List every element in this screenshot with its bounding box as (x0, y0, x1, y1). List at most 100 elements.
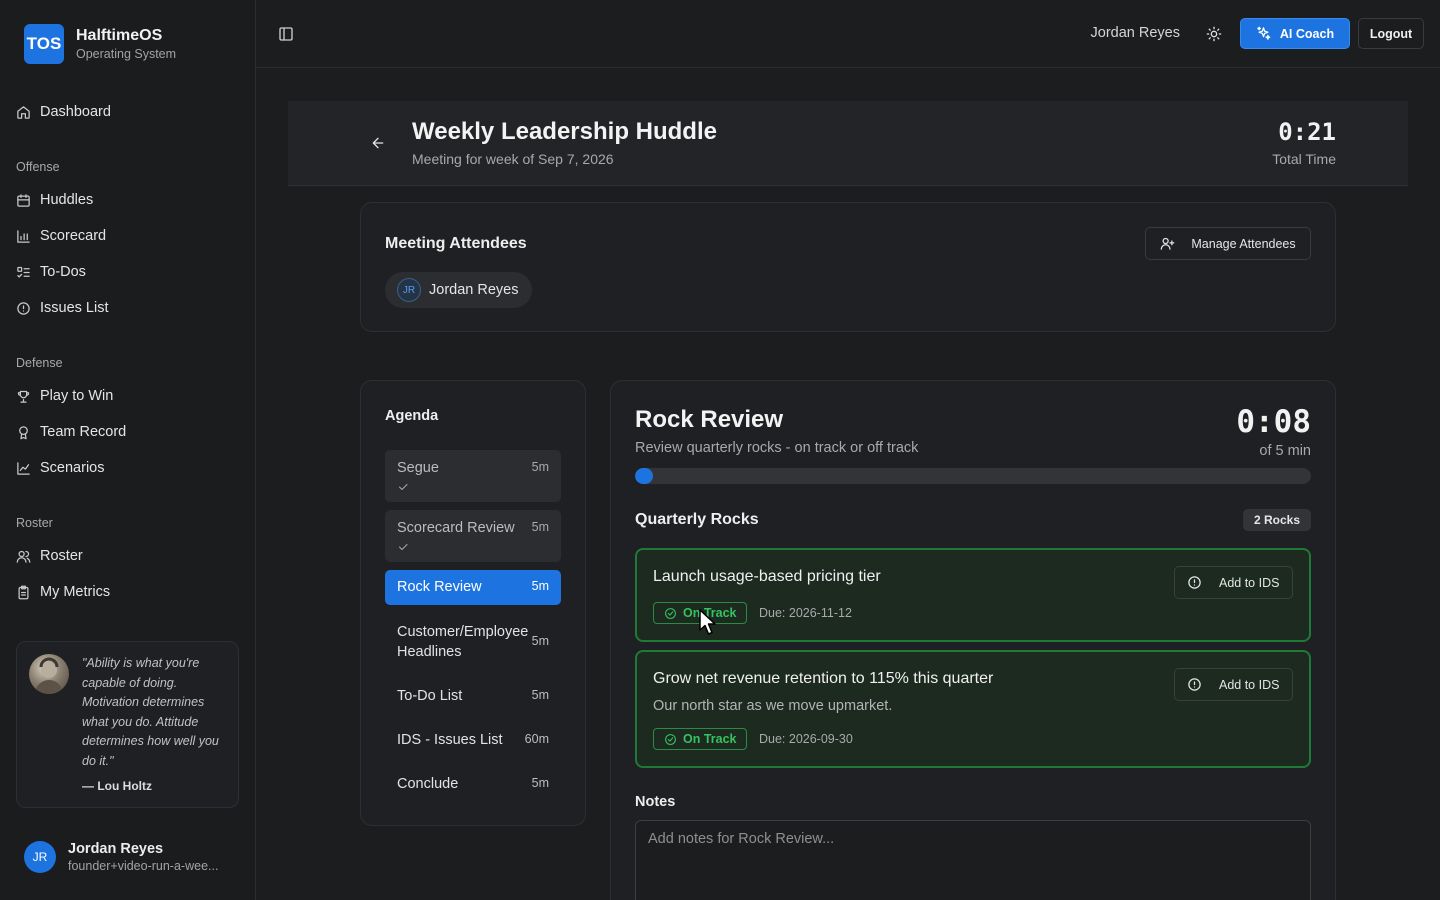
sparkles-icon (1257, 26, 1271, 40)
calendar-icon (17, 193, 30, 207)
sidebar-item-label: Dashboard (40, 104, 111, 120)
theme-toggle-button[interactable] (1206, 26, 1222, 42)
agenda-item-label: Rock Review (397, 579, 482, 595)
nav-section-roster: Roster (16, 516, 53, 530)
sidebar-item-play-to-win[interactable]: Play to Win (16, 384, 113, 408)
home-icon (17, 105, 30, 119)
user-email: founder+video-run-a-wee... (68, 859, 219, 873)
sidebar-item-todos[interactable]: To-Dos (16, 260, 86, 284)
section-progress-bar (635, 468, 1311, 484)
rock-due-date: Due: 2026-09-30 (759, 732, 853, 746)
rock-title: Grow net revenue retention to 115% this … (653, 670, 994, 687)
agenda-item-scorecard-review[interactable]: Scorecard Review 5m (385, 510, 561, 562)
agenda-item-ids-issues-list[interactable]: IDS - Issues List 60m (385, 730, 561, 750)
sidebar-item-label: Roster (40, 548, 83, 564)
agenda-item-conclude[interactable]: Conclude 5m (385, 774, 561, 794)
alert-circle-icon (17, 301, 30, 315)
brand-name: HalftimeOS (76, 27, 163, 44)
agenda-item-label: IDS - Issues List (397, 732, 503, 748)
sidebar-item-scorecard[interactable]: Scorecard (16, 224, 106, 248)
quote-author-photo (29, 654, 69, 694)
add-to-ids-button[interactable]: Add to IDS (1174, 668, 1293, 701)
sidebar-toggle-button[interactable] (278, 26, 294, 42)
topbar: Jordan Reyes AI Coach Logout (256, 0, 1440, 68)
rock-title: Launch usage-based pricing tier (653, 568, 881, 585)
quote-card: "Ability is what you're capable of doing… (16, 641, 239, 808)
agenda-item-label: To-Do List (397, 688, 463, 704)
notes-input[interactable] (635, 820, 1311, 900)
rock-due-date: Due: 2026-11-12 (759, 606, 852, 620)
status-badge[interactable]: On Track (653, 728, 747, 750)
agenda-item-label: Segue (397, 460, 439, 476)
attendee-chip[interactable]: JR Jordan Reyes (385, 272, 532, 308)
brand[interactable]: TOS HalftimeOS Operating System (24, 24, 176, 64)
agenda-item-todo-list[interactable]: To-Do List 5m (385, 686, 561, 706)
sidebar-item-label: Scorecard (40, 228, 107, 244)
sidebar-item-issues-list[interactable]: Issues List (16, 296, 109, 320)
attendee-name: Jordan Reyes (429, 282, 519, 298)
sidebar-item-label: Team Record (40, 424, 127, 440)
status-label: On Track (683, 732, 737, 746)
avatar: JR (24, 841, 56, 873)
total-time: 0:21 (1278, 118, 1336, 146)
list-todo-icon (17, 266, 30, 277)
attendee-avatar: JR (397, 278, 421, 302)
sidebar-item-dashboard[interactable]: Dashboard (16, 100, 111, 124)
agenda-item-rock-review[interactable]: Rock Review 5m (385, 570, 561, 605)
agenda-item-duration: 5m (531, 460, 549, 474)
logout-button[interactable]: Logout (1358, 18, 1424, 49)
current-user[interactable]: JR Jordan Reyes founder+video-run-a-wee.… (24, 840, 230, 874)
manage-attendees-label: Manage Attendees (1191, 236, 1296, 251)
quote-text: "Ability is what you're capable of doing… (82, 656, 219, 768)
meeting-subtitle: Meeting for week of Sep 7, 2026 (412, 151, 614, 167)
agenda-item-duration: 5m (531, 520, 549, 534)
section-progress-fill (635, 468, 654, 484)
agenda-title: Agenda (385, 408, 439, 424)
agenda-item-segue[interactable]: Segue 5m (385, 450, 561, 502)
clipboard-icon (18, 585, 29, 599)
agenda-card: Agenda Segue 5m Scorecard Review 5m Rock… (360, 380, 586, 826)
attendees-card: Meeting Attendees Manage Attendees JR Jo… (360, 202, 1336, 332)
check-circle-icon (665, 607, 676, 619)
ai-coach-button[interactable]: AI Coach (1240, 18, 1350, 49)
bar-chart-icon (17, 229, 30, 243)
sidebar-item-roster[interactable]: Roster (16, 544, 83, 568)
section-title: Rock Review (635, 406, 784, 433)
sidebar-item-label: Issues List (40, 300, 109, 316)
add-to-ids-label: Add to IDS (1219, 575, 1280, 590)
agenda-item-label: Conclude (397, 776, 459, 792)
award-icon (19, 425, 28, 439)
rock-description: Our north star as we move upmarket. (653, 698, 893, 714)
sidebar-item-label: My Metrics (40, 584, 111, 600)
back-button[interactable] (370, 135, 386, 151)
sidebar-item-my-metrics[interactable]: My Metrics (16, 580, 110, 604)
rock-review-card: Rock Review Review quarterly rocks - on … (610, 380, 1336, 900)
status-badge[interactable]: On Track (653, 602, 747, 624)
nav-section-defense: Defense (16, 356, 63, 370)
sidebar-item-label: To-Dos (40, 264, 86, 280)
agenda-item-duration: 5m (531, 776, 549, 790)
sun-icon (1206, 26, 1222, 42)
notes-label: Notes (635, 794, 676, 810)
agenda-item-headlines[interactable]: Customer/Employee Headlines 5m (385, 622, 561, 666)
agenda-item-duration: 5m (531, 688, 549, 702)
sidebar-item-huddles[interactable]: Huddles (16, 188, 93, 212)
quarterly-rocks-title: Quarterly Rocks (635, 511, 759, 528)
rock-card: Grow net revenue retention to 115% this … (635, 650, 1311, 768)
add-to-ids-button[interactable]: Add to IDS (1174, 566, 1293, 599)
user-plus-icon (1161, 237, 1175, 250)
alert-circle-icon (1188, 576, 1201, 589)
total-time-label: Total Time (1272, 151, 1336, 167)
sidebar-item-scenarios[interactable]: Scenarios (16, 456, 104, 480)
agenda-item-duration: 5m (531, 634, 549, 648)
rock-card: Launch usage-based pricing tier Add to I… (635, 548, 1311, 642)
section-timer-limit: of 5 min (1259, 443, 1311, 459)
sidebar-item-label: Scenarios (40, 460, 105, 476)
manage-attendees-button[interactable]: Manage Attendees (1145, 227, 1311, 260)
check-icon (397, 541, 409, 553)
agenda-item-duration: 60m (524, 732, 549, 746)
check-icon (397, 481, 409, 493)
add-to-ids-label: Add to IDS (1219, 677, 1280, 692)
meeting-header: Weekly Leadership Huddle Meeting for wee… (288, 101, 1408, 186)
sidebar-item-team-record[interactable]: Team Record (16, 420, 126, 444)
